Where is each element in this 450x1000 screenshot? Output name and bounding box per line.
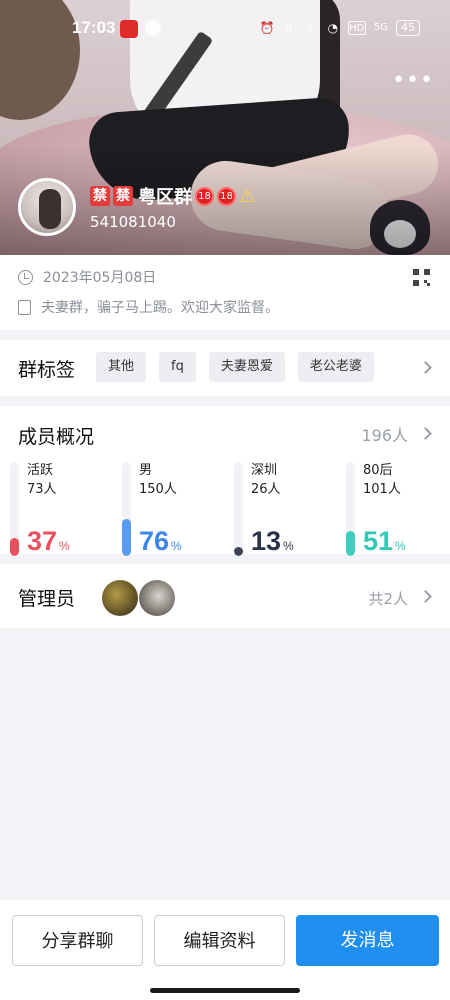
stat-location: 深圳 26人 13%: [234, 458, 334, 556]
bottom-action-bar: 分享群聊 编辑资料 发消息: [0, 900, 450, 1000]
age-restriction-icon: 18: [217, 186, 236, 206]
group-id: 541081040: [90, 213, 176, 231]
stat-count: 26人: [251, 482, 281, 497]
news-app-icon: [120, 20, 138, 38]
chevron-right-icon[interactable]: [419, 590, 432, 603]
created-date-row: 2023年05月08日: [18, 267, 156, 287]
description-row: 夫妻群，骗子马上踢。欢迎大家监督。: [18, 297, 279, 317]
stat-bar: [346, 462, 355, 556]
stat-age: 80后 101人 51%: [346, 458, 446, 556]
document-icon: [18, 299, 31, 315]
stat-male: 男 150人 76%: [122, 458, 222, 556]
vibrate-icon: ▯: [285, 21, 293, 35]
created-date: 2023年05月08日: [43, 270, 157, 286]
admin-avatar[interactable]: [102, 580, 138, 616]
stat-label: 活跃: [27, 463, 54, 478]
stat-count: 101人: [363, 482, 401, 497]
share-group-button[interactable]: 分享群聊: [12, 915, 143, 966]
alarm-icon: ⏰: [259, 21, 275, 35]
stat-bar-fill: [10, 538, 19, 556]
stat-bar-fill: [234, 547, 243, 556]
stat-bar: [10, 462, 19, 556]
admins-title: 管理员: [18, 588, 76, 610]
stat-percent: 37%: [27, 526, 70, 556]
stat-percent: 51%: [363, 526, 406, 556]
group-name: 禁 禁 粤区群 18 18 ⚠: [90, 183, 255, 209]
tag-chip[interactable]: 夫妻恩爱: [208, 352, 285, 382]
members-overview-section[interactable]: 成员概况 196人 活跃 73人 37% 男 150人 76% 深圳 26人 1…: [0, 406, 450, 556]
chevron-right-icon[interactable]: [419, 427, 432, 440]
app-notification-icon: [145, 20, 161, 36]
clock-icon: [18, 269, 33, 285]
stat-label: 男: [139, 463, 153, 478]
tag-list: 其他 fq 夫妻恩爱 老公老婆: [96, 352, 374, 382]
stat-percent: 13%: [251, 526, 294, 556]
group-tags-section[interactable]: 群标签 其他 fq 夫妻恩爱 老公老婆: [0, 340, 450, 396]
admin-avatar[interactable]: [139, 580, 175, 616]
group-name-text: 粤区群: [138, 187, 192, 208]
stat-bar: [234, 462, 243, 556]
stat-label: 80后: [363, 463, 393, 478]
send-message-button[interactable]: 发消息: [296, 915, 439, 966]
members-count: 196人: [361, 426, 408, 445]
ban-badge: 禁: [90, 186, 110, 206]
status-time: 17:03: [72, 18, 116, 37]
ban-badge: 禁: [113, 186, 133, 206]
hd-icon: HD: [347, 21, 366, 35]
group-cover-image: 17:03 ⏰ ▯ ᛒ ◔ HD 5G 45 ••• 禁 禁 粤区群 18 18…: [0, 0, 450, 255]
group-info-card: 2023年05月08日 夫妻群，骗子马上踢。欢迎大家监督。: [0, 255, 450, 330]
members-title: 成员概况: [18, 426, 95, 448]
admins-section[interactable]: 管理员 共2人: [0, 564, 450, 628]
group-avatar[interactable]: [18, 178, 76, 236]
group-description: 夫妻群，骗子马上踢。欢迎大家监督。: [41, 300, 279, 316]
stat-label: 深圳: [251, 463, 278, 478]
admins-count: 共2人: [368, 590, 408, 608]
stat-count: 73人: [27, 482, 57, 497]
stat-bar-fill: [346, 531, 355, 556]
stat-bar: [122, 462, 131, 556]
signal-icon: 5G: [373, 22, 388, 33]
stat-percent: 76%: [139, 526, 182, 556]
tags-title: 群标签: [18, 359, 76, 381]
warning-icon: ⚠: [239, 185, 256, 207]
edit-profile-button[interactable]: 编辑资料: [154, 915, 285, 966]
age-restriction-icon: 18: [195, 186, 214, 206]
chevron-right-icon[interactable]: [419, 361, 432, 374]
tag-chip[interactable]: 老公老婆: [297, 352, 374, 382]
wifi-icon: ◔: [327, 21, 339, 35]
home-indicator[interactable]: [150, 988, 300, 993]
battery-icon: 45: [396, 20, 420, 36]
bluetooth-icon: ᛒ: [307, 21, 315, 35]
tag-chip[interactable]: 其他: [96, 352, 147, 382]
status-bar: 17:03 ⏰ ▯ ᛒ ◔ HD 5G 45: [0, 0, 450, 44]
more-dots-icon[interactable]: •••: [392, 68, 434, 93]
stat-count: 150人: [139, 482, 177, 497]
qr-code-icon[interactable]: [413, 269, 430, 286]
stat-bar-fill: [122, 519, 131, 556]
stat-active: 活跃 73人 37%: [10, 458, 110, 556]
tag-chip[interactable]: fq: [159, 352, 196, 382]
